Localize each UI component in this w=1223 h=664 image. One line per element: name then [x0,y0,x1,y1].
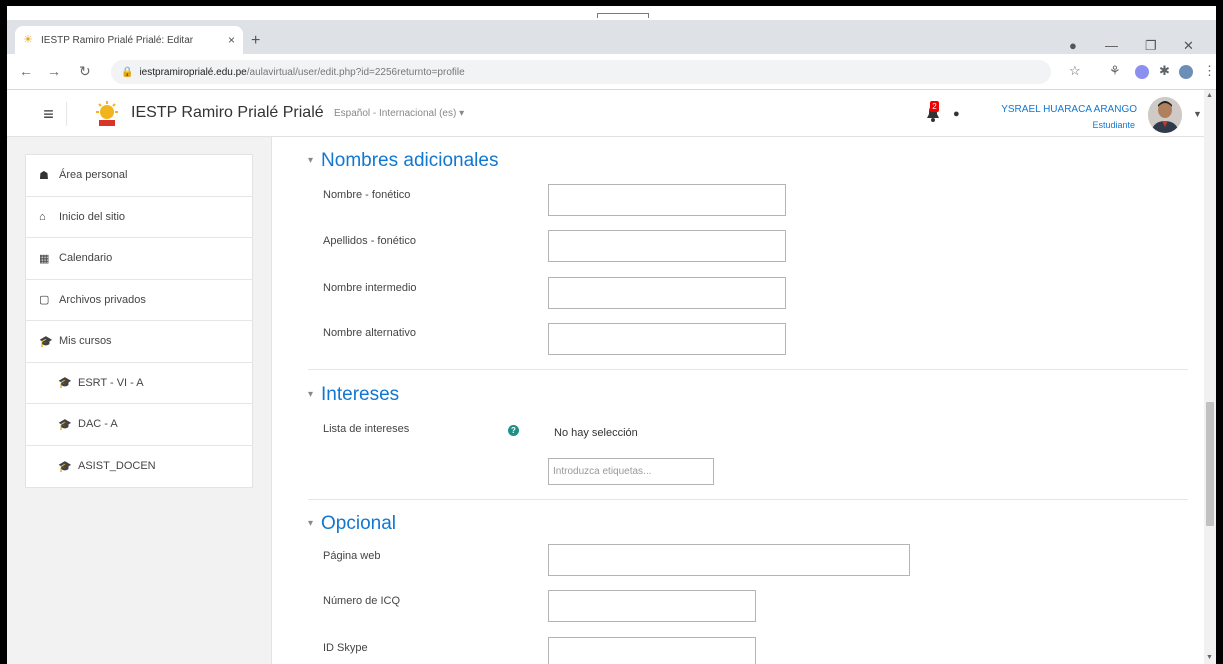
icq-number-input[interactable] [548,590,756,622]
section-title: Intereses [321,384,400,405]
dashboard-icon: ☗ [39,169,49,182]
user-role: Estudiante [1092,120,1135,130]
file-icon: ▢ [39,294,50,307]
field-label: Nombre - fonético [323,189,411,201]
web-page-input[interactable] [548,544,910,576]
menu-toggle-button[interactable]: ≡ [31,102,67,126]
sidebar-item-course-esrt[interactable]: 🎓 ESRT - VI - A [26,363,252,404]
nav-drawer: ☗ Área personal ⌂ Inicio del sitio ▦ Cal… [25,154,253,488]
sidebar-item-label: Inicio del sitio [59,210,126,223]
sidebar-item-inicio[interactable]: ⌂ Inicio del sitio [26,197,252,238]
graduation-cap-icon: 🎓 [39,335,53,348]
minimize-icon[interactable]: — [1105,38,1118,53]
favicon-icon: ☀ [23,34,33,46]
alternate-name-input[interactable] [548,323,786,355]
site-name-link[interactable]: IESTP Ramiro Prialé Prialé [131,104,324,122]
bookmark-star-icon[interactable]: ☆ [1069,63,1081,79]
section-header-opcional[interactable]: ▾ Opcional [308,513,396,535]
no-selection-text: No hay selección [554,427,638,439]
phonetic-first-name-input[interactable] [548,184,786,216]
sidebar-item-label: Área personal [59,169,128,182]
url-path: /aulavirtual/user/edit.php?id=2256return… [246,66,465,78]
field-label: Apellidos - fonético [323,235,416,247]
chat-icon[interactable]: ● [953,108,960,120]
puzzle-icon[interactable]: ✱ [1159,63,1170,79]
extension-icon[interactable]: ⚘ [1109,63,1121,79]
section-divider [308,369,1188,370]
browser-tabstrip: ☀ IESTP Ramiro Prialé Prialé: Editar × +… [7,20,1216,54]
help-icon[interactable]: ? [508,425,519,436]
lock-icon: 🔒 [121,66,134,78]
browser-toolbar: ← → ↻ 🔒 iestpramiroprialé.edu.pe /aulavi… [7,54,1216,90]
section-header-nombres[interactable]: ▾ Nombres adicionales [308,150,498,172]
interests-tag-input[interactable]: Introduzca etiquetas... [548,458,714,485]
notification-badge: 2 [930,101,939,112]
more-menu-icon[interactable]: ⋮ [1203,63,1216,79]
scroll-up-icon[interactable]: ▲ [1206,92,1213,99]
browser-tab[interactable]: ☀ IESTP Ramiro Prialé Prialé: Editar × [15,26,243,54]
section-divider [308,499,1188,500]
calendar-icon: ▦ [39,252,50,265]
user-name[interactable]: YSRAEL HUARACA ARANGO [1001,104,1137,115]
forward-icon[interactable]: → [47,63,61,79]
site-navbar: ≡ IESTP Ramiro Prialé Prialé Español - I… [7,90,1216,137]
user-menu-caret-icon[interactable]: ▼ [1193,109,1202,119]
sidebar-item-course-dac[interactable]: 🎓 DAC - A [26,404,252,446]
field-label: Nombre alternativo [323,327,416,339]
field-label: Número de ICQ [323,595,401,607]
sidebar-item-mis-cursos[interactable]: 🎓 Mis cursos [26,321,252,363]
sidebar-item-area-personal[interactable]: ☗ Área personal [26,155,252,197]
restore-icon[interactable]: ❐ [1145,38,1157,54]
extension-dot-icon[interactable] [1135,65,1149,79]
sidebar-item-label: Archivos privados [59,293,146,306]
url-host: iestpramiroprialé.edu.pe [139,66,247,78]
graduation-cap-icon: 🎓 [58,460,72,473]
scrollbar-thumb[interactable] [1206,402,1214,526]
page-scrollbar[interactable] [1204,90,1216,664]
home-icon: ⌂ [39,210,46,223]
close-icon[interactable]: × [228,33,235,47]
sidebar-item-calendario[interactable]: ▦ Calendario [26,238,252,280]
screen: ☀ IESTP Ramiro Prialé Prialé: Editar × +… [0,0,1223,664]
sidebar-item-course-asist[interactable]: 🎓 ASIST_DOCEN [26,446,252,488]
field-label: Nombre intermedio [323,282,417,294]
scroll-down-icon[interactable]: ▼ [1206,654,1213,661]
tab-title: IESTP Ramiro Prialé Prialé: Editar [41,34,194,46]
profile-icon[interactable] [1179,65,1193,79]
phonetic-last-name-input[interactable] [548,230,786,262]
language-menu[interactable]: Español - Internacional (es) ▾ [334,108,464,119]
avatar[interactable] [1148,97,1182,133]
reload-icon[interactable]: ↻ [79,63,91,80]
site-logo-icon[interactable] [91,100,123,128]
graduation-cap-icon: 🎓 [58,418,72,431]
collapse-icon: ▾ [308,155,314,166]
section-title: Opcional [321,513,397,534]
sidebar-item-label: Calendario [59,252,113,265]
section-header-intereses[interactable]: ▾ Intereses [308,384,399,406]
graduation-cap-icon: 🎓 [58,377,72,390]
address-bar[interactable]: 🔒 iestpramiroprialé.edu.pe /aulavirtual/… [111,60,1051,84]
sidebar-item-label: Mis cursos [59,335,112,348]
collapse-icon: ▾ [308,389,314,400]
snip-handle [597,13,649,18]
back-icon[interactable]: ← [19,63,33,79]
sidebar-item-label: ASIST_DOCEN [78,460,156,473]
field-label: Lista de intereses [323,423,410,435]
account-icon[interactable]: ● [1069,38,1077,53]
sidebar-item-label: ESRT - VI - A [78,376,144,389]
profile-edit-form: ▾ Nombres adicionales Nombre - fonético A… [271,137,1206,664]
sidebar-item-archivos[interactable]: ▢ Archivos privados [26,280,252,321]
window-close-icon[interactable]: ✕ [1183,38,1194,54]
new-tab-button[interactable]: + [251,32,260,50]
middle-name-input[interactable] [548,277,786,309]
field-label: Página web [323,550,381,562]
sidebar-item-label: DAC - A [78,418,118,431]
field-label: ID Skype [323,642,368,654]
section-title: Nombres adicionales [321,150,499,171]
collapse-icon: ▾ [308,518,314,529]
skype-id-input[interactable] [548,637,756,664]
